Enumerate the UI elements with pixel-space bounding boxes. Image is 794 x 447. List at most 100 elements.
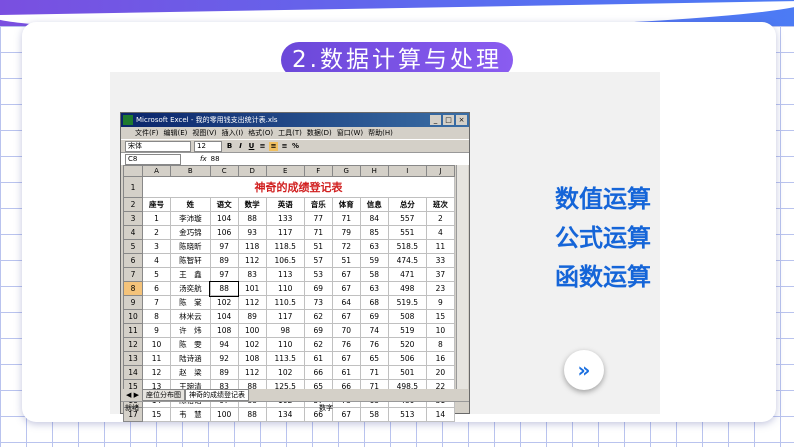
header-cell[interactable]: 班次 xyxy=(425,197,456,212)
cell[interactable]: 5 xyxy=(142,267,171,282)
cell[interactable]: 557 xyxy=(387,211,427,226)
cell[interactable]: 520 xyxy=(387,337,427,352)
header-cell[interactable]: 音乐 xyxy=(303,197,333,212)
cell[interactable]: 118 xyxy=(237,239,267,254)
menu-item[interactable]: 格式(O) xyxy=(248,128,273,138)
cell[interactable]: 104 xyxy=(209,309,239,324)
align-center-icon[interactable]: ≡ xyxy=(269,141,278,151)
cell[interactable]: 9 xyxy=(425,295,456,310)
cell[interactable]: 97 xyxy=(209,239,239,254)
cell[interactable]: 8 xyxy=(425,337,456,352)
cell[interactable]: 69 xyxy=(359,309,389,324)
row-header[interactable]: 2 xyxy=(123,197,143,212)
cell[interactable]: 12 xyxy=(142,365,171,380)
cell[interactable]: 519 xyxy=(387,323,427,338)
cell[interactable]: 58 xyxy=(359,267,389,282)
menu-item[interactable]: 工具(T) xyxy=(278,128,302,138)
cell[interactable]: 94 xyxy=(209,337,239,352)
header-cell[interactable]: 数学 xyxy=(237,197,267,212)
cell[interactable]: 陈 棠 xyxy=(170,295,211,310)
cell[interactable]: 110 xyxy=(265,281,305,296)
cell[interactable]: 112 xyxy=(237,365,267,380)
cell[interactable]: 4 xyxy=(425,225,456,240)
row-header[interactable]: 13 xyxy=(123,351,143,366)
row-header[interactable]: 14 xyxy=(123,365,143,380)
cell[interactable]: 林米云 xyxy=(170,309,211,324)
cell[interactable]: 71 xyxy=(359,365,389,380)
vertical-scrollbar[interactable] xyxy=(456,165,468,389)
cell[interactable]: 64 xyxy=(331,295,361,310)
corner-cell[interactable] xyxy=(123,165,143,177)
cell[interactable]: 金巧锦 xyxy=(170,225,211,240)
cell[interactable]: 108 xyxy=(237,351,267,366)
cell[interactable]: 112 xyxy=(237,295,267,310)
cell[interactable]: 陈 雯 xyxy=(170,337,211,352)
column-header[interactable]: E xyxy=(265,165,305,177)
column-header[interactable]: F xyxy=(303,165,333,177)
cell[interactable]: 508 xyxy=(387,309,427,324)
cell[interactable]: 65 xyxy=(359,351,389,366)
row-header[interactable]: 5 xyxy=(123,239,143,254)
cell[interactable]: 7 xyxy=(142,295,171,310)
cell[interactable]: 11 xyxy=(142,351,171,366)
row-header[interactable]: 11 xyxy=(123,323,143,338)
cell[interactable]: 83 xyxy=(237,267,267,282)
cell[interactable]: 陈智轩 xyxy=(170,253,211,268)
row-header[interactable]: 4 xyxy=(123,225,143,240)
column-header[interactable]: B xyxy=(170,165,211,177)
row-header[interactable]: 3 xyxy=(123,211,143,226)
cell[interactable]: 71 xyxy=(303,225,333,240)
cell[interactable]: 74 xyxy=(359,323,389,338)
header-cell[interactable]: 体育 xyxy=(331,197,361,212)
column-header[interactable]: J xyxy=(425,165,456,177)
cell[interactable]: 71 xyxy=(331,211,361,226)
cell[interactable]: 37 xyxy=(425,267,456,282)
cell[interactable]: 63 xyxy=(359,239,389,254)
header-cell[interactable]: 姓 xyxy=(170,197,211,212)
header-cell[interactable]: 语文 xyxy=(209,197,239,212)
cell[interactable]: 102 xyxy=(237,337,267,352)
cell[interactable]: 79 xyxy=(331,225,361,240)
cell[interactable]: 89 xyxy=(209,253,239,268)
menu-item[interactable]: 插入(I) xyxy=(222,128,244,138)
cell[interactable]: 501 xyxy=(387,365,427,380)
cell[interactable]: 102 xyxy=(209,295,239,310)
menu-item[interactable]: 窗口(W) xyxy=(337,128,363,138)
cell[interactable]: 20 xyxy=(425,365,456,380)
cell[interactable]: 110 xyxy=(265,337,305,352)
cell[interactable]: 59 xyxy=(359,253,389,268)
name-box[interactable]: C8 xyxy=(125,153,181,165)
cell[interactable]: 100 xyxy=(237,323,267,338)
cell[interactable]: 104 xyxy=(209,211,239,226)
cell[interactable]: 许 炜 xyxy=(170,323,211,338)
cell[interactable]: 57 xyxy=(303,253,333,268)
cell[interactable]: 93 xyxy=(237,225,267,240)
menu-item[interactable]: 帮助(H) xyxy=(368,128,393,138)
cell[interactable]: 76 xyxy=(359,337,389,352)
column-header[interactable]: I xyxy=(387,165,427,177)
cell[interactable]: 112 xyxy=(237,253,267,268)
formula-input[interactable]: 88 xyxy=(211,155,220,163)
cell[interactable]: 106 xyxy=(209,225,239,240)
cell[interactable]: 97 xyxy=(209,267,239,282)
close-icon[interactable]: × xyxy=(456,115,467,125)
row-header[interactable]: 6 xyxy=(123,253,143,268)
cell[interactable]: 519.5 xyxy=(387,295,427,310)
cell[interactable]: 70 xyxy=(331,323,361,338)
column-header[interactable]: G xyxy=(331,165,361,177)
row-header[interactable]: 7 xyxy=(123,267,143,282)
minimize-icon[interactable]: _ xyxy=(430,115,441,125)
cell[interactable]: 62 xyxy=(303,309,333,324)
cell[interactable]: 赵 梁 xyxy=(170,365,211,380)
cell[interactable]: 69 xyxy=(303,323,333,338)
cell[interactable]: 88 xyxy=(237,211,267,226)
fx-icon[interactable]: fx xyxy=(200,155,207,163)
cell[interactable]: 101 xyxy=(237,281,267,296)
cell[interactable]: 51 xyxy=(331,253,361,268)
cell[interactable]: 69 xyxy=(303,281,333,296)
cell[interactable]: 88 xyxy=(209,280,240,297)
cell[interactable]: 63 xyxy=(359,281,389,296)
cell[interactable]: 6 xyxy=(142,281,171,296)
row-header[interactable]: 9 xyxy=(123,295,143,310)
cell[interactable]: 98 xyxy=(265,323,305,338)
